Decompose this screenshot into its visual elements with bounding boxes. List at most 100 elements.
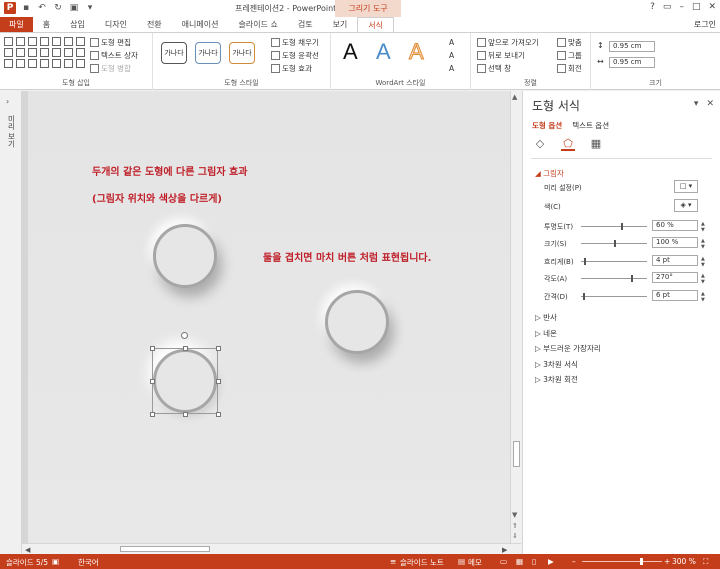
circle-shape[interactable] <box>153 224 217 288</box>
zoom-knob[interactable] <box>640 558 644 565</box>
scroll-thumb[interactable] <box>513 441 520 467</box>
rotation-handle[interactable] <box>181 332 188 339</box>
redo-icon[interactable]: ↻ <box>52 2 64 14</box>
scroll-up-icon[interactable]: ▲ <box>512 93 517 101</box>
size-slider[interactable] <box>581 240 647 247</box>
rotate-button[interactable]: 회전 <box>557 63 582 74</box>
slide-counter[interactable]: 슬라이드 5/5 <box>6 557 48 568</box>
button-circle-shape[interactable] <box>325 290 389 354</box>
resize-handle[interactable] <box>183 346 188 351</box>
section-reflection[interactable]: ▷ 반사 <box>535 312 557 323</box>
chevron-down-icon[interactable]: ▾ <box>694 99 699 109</box>
tab-review[interactable]: 검토 <box>288 17 323 32</box>
tab-view[interactable]: 보기 <box>323 17 358 32</box>
spellcheck-icon[interactable]: ▣ <box>52 557 59 566</box>
slide-text-line3[interactable]: 둘을 겹치면 마치 버튼 처럼 표현됩니다. <box>263 249 431 264</box>
shape-style-3[interactable]: 가나다 <box>229 42 255 64</box>
section-3d-rotation[interactable]: ▷ 3차원 회전 <box>535 374 578 385</box>
shape-icon[interactable] <box>16 59 25 68</box>
tab-home[interactable]: 홈 <box>33 17 60 32</box>
tab-shape-options[interactable]: 도형 옵션 <box>532 120 562 131</box>
shape-icon[interactable] <box>16 37 25 46</box>
shape-style-1[interactable]: 가나다 <box>161 42 187 64</box>
wordart-blue[interactable]: A <box>376 39 391 65</box>
vertical-scrollbar[interactable]: ▲ ▼ ⇑ ⇓ <box>510 91 521 543</box>
angle-slider[interactable] <box>581 275 647 282</box>
shape-icon[interactable] <box>4 59 13 68</box>
zoom-in-icon[interactable]: + <box>664 557 670 566</box>
tab-design[interactable]: 디자인 <box>95 17 137 32</box>
spinner-icon[interactable]: ▲ ▼ <box>701 221 705 233</box>
bring-forward-button[interactable]: 앞으로 가져오기 <box>477 37 539 48</box>
shape-icon[interactable] <box>64 59 73 68</box>
ribbon-options-icon[interactable]: ▭ <box>663 2 672 12</box>
group-button[interactable]: 그룹 <box>557 50 582 61</box>
zoom-slider[interactable] <box>582 558 662 565</box>
shape-icon[interactable] <box>4 37 13 46</box>
normal-view-icon[interactable]: ▭ <box>500 557 507 566</box>
tab-slideshow[interactable]: 슬라이드 쇼 <box>228 17 287 32</box>
slide[interactable]: 두개의 같은 도형에 다른 그림자 효과 (그림자 위치와 색상을 다르게) 둘… <box>28 91 510 543</box>
resize-handle[interactable] <box>150 379 155 384</box>
shape-icon[interactable] <box>40 48 49 57</box>
color-dropdown[interactable]: ◈ ▾ <box>674 199 698 212</box>
size-knob[interactable] <box>614 240 616 247</box>
horizontal-scrollbar[interactable]: ◀ ▶ <box>22 543 521 554</box>
text-effects-icon[interactable]: A <box>449 64 454 73</box>
section-soft-edges[interactable]: ▷ 부드러운 가장자리 <box>535 343 601 354</box>
notes-button[interactable]: 슬라이드 노트 <box>400 557 444 568</box>
effects-pentagon-icon[interactable]: ⬠ <box>561 137 575 151</box>
height-input[interactable]: 0.95 cm <box>609 41 655 52</box>
shape-icon[interactable] <box>52 59 61 68</box>
tab-text-options[interactable]: 텍스트 옵션 <box>572 120 609 131</box>
spinner-icon[interactable]: ▲ ▼ <box>701 238 705 250</box>
shape-outline-button[interactable]: 도형 윤곽선 <box>271 50 319 61</box>
blur-slider[interactable] <box>581 258 647 265</box>
tab-file[interactable]: 파일 <box>0 17 33 32</box>
width-input[interactable]: 0.95 cm <box>609 57 655 68</box>
help-icon[interactable]: ? <box>650 2 655 12</box>
selection-pane-button[interactable]: 선택 창 <box>477 63 511 74</box>
angle-knob[interactable] <box>630 275 633 282</box>
section-3d-format[interactable]: ▷ 3차원 서식 <box>535 359 578 370</box>
shape-icon[interactable] <box>64 48 73 57</box>
scroll-down-icon[interactable]: ▼ <box>512 511 517 519</box>
shape-icon[interactable] <box>76 59 85 68</box>
slide-text-line1[interactable]: 두개의 같은 도형에 다른 그림자 효과 <box>92 163 247 178</box>
from-beginning-icon[interactable]: ▣ <box>68 2 80 14</box>
text-fill-icon[interactable]: A <box>449 38 454 47</box>
section-glow[interactable]: ▷ 네온 <box>535 328 557 339</box>
shape-icon[interactable] <box>64 37 73 46</box>
zoom-out-icon[interactable]: – <box>572 557 576 566</box>
slideshow-view-icon[interactable]: ▶ <box>548 557 554 566</box>
customize-qat-icon[interactable]: ▾ <box>84 2 96 14</box>
next-slide-icon[interactable]: ⇓ <box>512 532 518 540</box>
resize-handle[interactable] <box>183 412 188 417</box>
sign-in-link[interactable]: 로그인 <box>694 17 716 32</box>
thumbnail-rail[interactable]: › 미리 보기 <box>0 91 22 553</box>
section-shadow[interactable]: ◢ 그림자 <box>535 168 564 179</box>
resize-handle[interactable] <box>150 346 155 351</box>
shape-fill-button[interactable]: 도형 채우기 <box>271 37 319 48</box>
shape-icon[interactable] <box>28 48 37 57</box>
shape-icon[interactable] <box>76 48 85 57</box>
shapes-gallery[interactable] <box>4 37 85 68</box>
merge-shapes-button[interactable]: 도형 병합 <box>90 63 131 74</box>
transparency-input[interactable]: 60 % <box>652 220 698 231</box>
shape-icon[interactable] <box>40 59 49 68</box>
shape-icon[interactable] <box>52 37 61 46</box>
save-icon[interactable]: ▪ <box>20 2 32 14</box>
scroll-left-icon[interactable]: ◀ <box>25 546 30 554</box>
resize-handle[interactable] <box>216 379 221 384</box>
comments-button[interactable]: 메모 <box>468 557 482 568</box>
spinner-icon[interactable]: ▲ ▼ <box>701 256 705 268</box>
reading-view-icon[interactable]: ▯ <box>532 557 536 566</box>
tab-animations[interactable]: 애니메이션 <box>172 17 229 32</box>
shape-icon[interactable] <box>28 37 37 46</box>
shape-icon[interactable] <box>4 48 13 57</box>
text-box-button[interactable]: 텍스트 상자 <box>90 50 138 61</box>
scroll-right-icon[interactable]: ▶ <box>502 546 507 554</box>
close-icon[interactable]: ✕ <box>706 99 714 109</box>
spinner-icon[interactable]: ▲ ▼ <box>701 291 705 303</box>
blur-input[interactable]: 4 pt <box>652 255 698 266</box>
